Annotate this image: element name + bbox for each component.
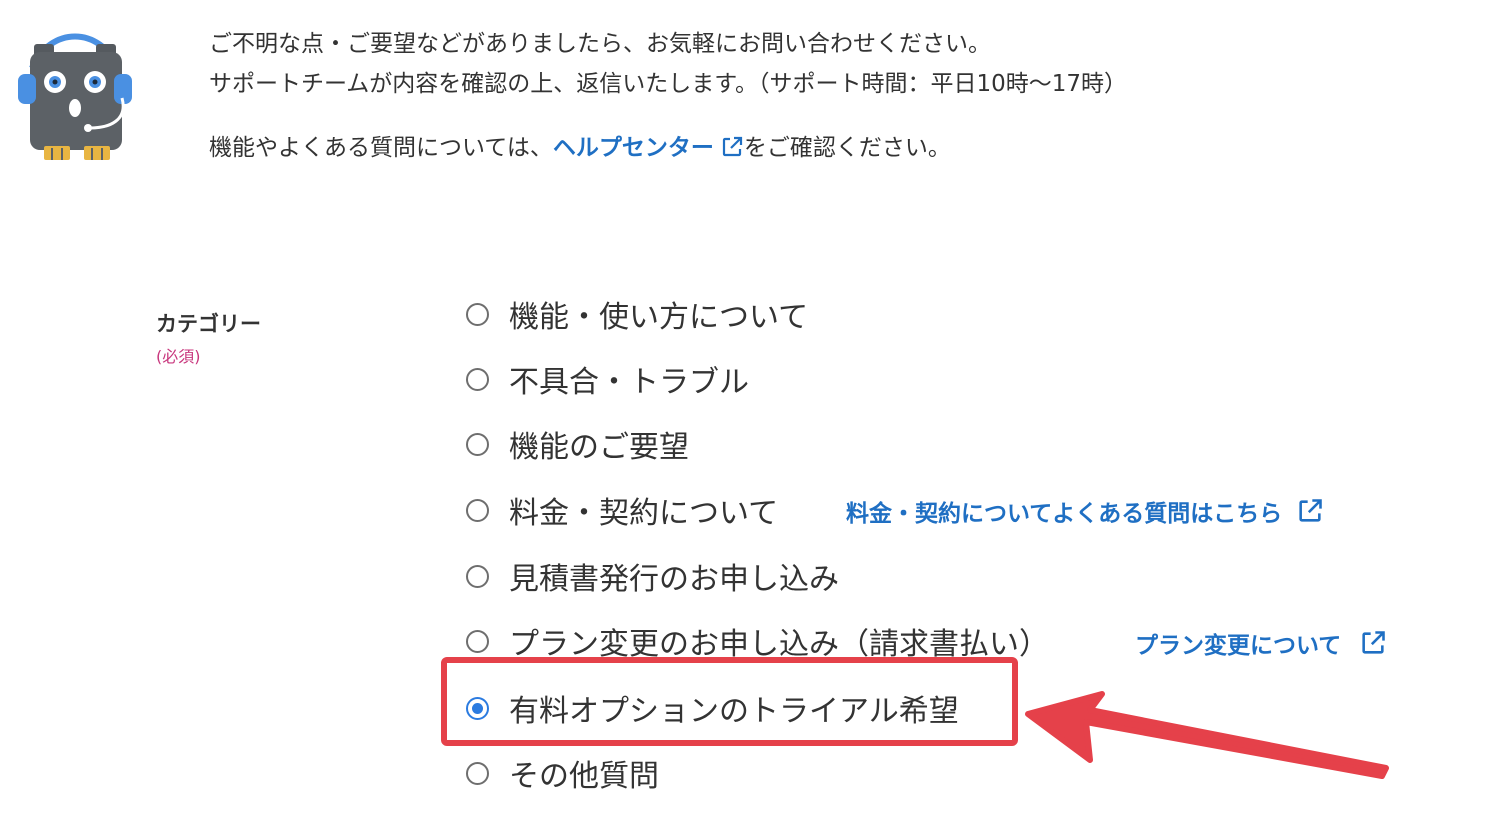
help-center-link[interactable]: ヘルプセンター bbox=[553, 135, 744, 161]
help-line: 機能やよくある質問については、ヘルプセンター をご確認ください。 bbox=[209, 128, 1127, 168]
plan-change-link-label: プラン変更について bbox=[1135, 633, 1342, 659]
option-label: その他質問 bbox=[509, 759, 659, 794]
option-label: 機能のご要望 bbox=[509, 430, 689, 465]
radio-button[interactable] bbox=[466, 302, 489, 326]
category-option-quote[interactable]: 見積書発行のお申し込み bbox=[466, 554, 839, 598]
help-suffix: をご確認ください。 bbox=[743, 135, 951, 161]
option-label: 不具合・トラブル bbox=[509, 365, 749, 400]
highlight-box bbox=[441, 657, 1018, 746]
help-center-link-label: ヘルプセンター bbox=[552, 135, 714, 161]
category-option-pricing[interactable]: 料金・契約について bbox=[466, 488, 778, 532]
support-mascot-icon bbox=[18, 33, 132, 160]
required-badge: (必須) bbox=[156, 347, 201, 366]
option-label: 料金・契約について bbox=[509, 496, 779, 531]
external-link-icon bbox=[1299, 499, 1323, 522]
radio-button[interactable] bbox=[466, 432, 489, 456]
radio-button[interactable] bbox=[466, 367, 489, 391]
category-option-feature-request[interactable]: 機能のご要望 bbox=[466, 422, 689, 466]
option-label: 見積書発行のお申し込み bbox=[509, 562, 839, 597]
intro-line-2: サポートチームが内容を確認の上、返信いたします。（サポート時間：平日10時〜17… bbox=[209, 71, 1128, 97]
category-option-features[interactable]: 機能・使い方について bbox=[466, 292, 808, 336]
external-link-icon bbox=[722, 136, 742, 157]
radio-button[interactable] bbox=[466, 629, 489, 653]
radio-button[interactable] bbox=[466, 498, 489, 522]
radio-button[interactable] bbox=[466, 761, 489, 785]
category-option-trouble[interactable]: 不具合・トラブル bbox=[466, 357, 749, 401]
annotation-arrow-icon bbox=[1025, 691, 1389, 779]
pricing-faq-link-label: 料金・契約についてよくある質問はこちら bbox=[846, 501, 1283, 527]
category-option-other[interactable]: その他質問 bbox=[466, 751, 659, 795]
external-link-icon bbox=[1362, 631, 1386, 654]
intro-line-1: ご不明な点・ご要望などがありましたら、お気軽にお問い合わせください。 bbox=[209, 31, 991, 57]
pricing-faq-link[interactable]: 料金・契約についてよくある質問はこちら bbox=[846, 491, 1324, 531]
radio-button[interactable] bbox=[466, 564, 489, 588]
help-prefix: 機能やよくある質問については、 bbox=[209, 135, 553, 161]
category-label: カテゴリー bbox=[156, 312, 261, 336]
intro-text: ご不明な点・ご要望などがありましたら、お気軽にお問い合わせください。 サポートチ… bbox=[209, 24, 1127, 168]
option-label: 機能・使い方について bbox=[509, 300, 809, 335]
plan-change-link[interactable]: プラン変更について bbox=[1135, 623, 1387, 663]
